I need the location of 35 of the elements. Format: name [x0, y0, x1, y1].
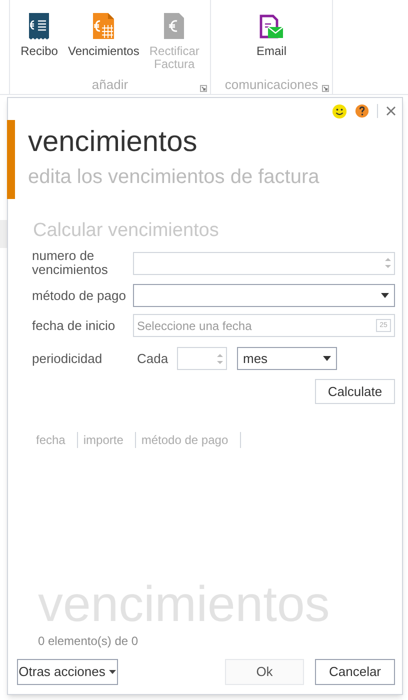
number-field[interactable]	[133, 252, 395, 274]
field-label: numero de vencimientos	[32, 249, 109, 277]
group-label: añadir	[92, 76, 128, 94]
spinner-arrows-icon	[385, 257, 391, 269]
dialog-launcher-icon[interactable]	[200, 85, 207, 92]
help-icon[interactable]	[355, 104, 369, 118]
euro-document-icon	[163, 12, 186, 40]
item-count: 0 elemento(s) de 0	[38, 633, 140, 650]
dropdown-arrow-icon	[323, 356, 331, 361]
field-label: periodicidad	[32, 350, 104, 368]
ribbon-button[interactable]: Vencimientos	[66, 12, 142, 76]
ribbon-button[interactable]: Recibo	[18, 12, 60, 76]
ok-button[interactable]: Ok	[225, 659, 304, 685]
dialog-title: vencimientos	[28, 125, 198, 160]
calculate-button[interactable]: Calculate	[315, 379, 395, 404]
dropdown-arrow-icon	[381, 293, 389, 298]
dialog-subtitle: edita los vencimientos de factura	[28, 165, 320, 190]
field-label: método de pago	[32, 288, 127, 302]
dialog-launcher-icon[interactable]	[322, 85, 329, 92]
smiley-icon	[332, 104, 347, 118]
more-actions-dropdown[interactable]: Otras acciones	[17, 659, 118, 685]
calendar-document-icon	[90, 12, 117, 40]
ribbon-button[interactable]: Email	[254, 12, 288, 76]
cancel-button[interactable]: Cancelar	[315, 659, 395, 685]
unit-dropdown[interactable]: mes	[237, 347, 337, 370]
spinner-arrows-icon	[217, 352, 223, 364]
background-row	[0, 220, 7, 248]
document-envelope-icon	[258, 12, 284, 40]
dropdown-arrow-icon	[109, 670, 116, 674]
field-label: fecha de inicio	[32, 318, 116, 332]
payment-method-dropdown[interactable]	[133, 284, 395, 307]
receipt-icon	[27, 12, 52, 40]
field-label: Cada	[136, 350, 170, 368]
close-icon[interactable]	[386, 106, 396, 116]
group-label: comunicaciones	[224, 76, 318, 94]
